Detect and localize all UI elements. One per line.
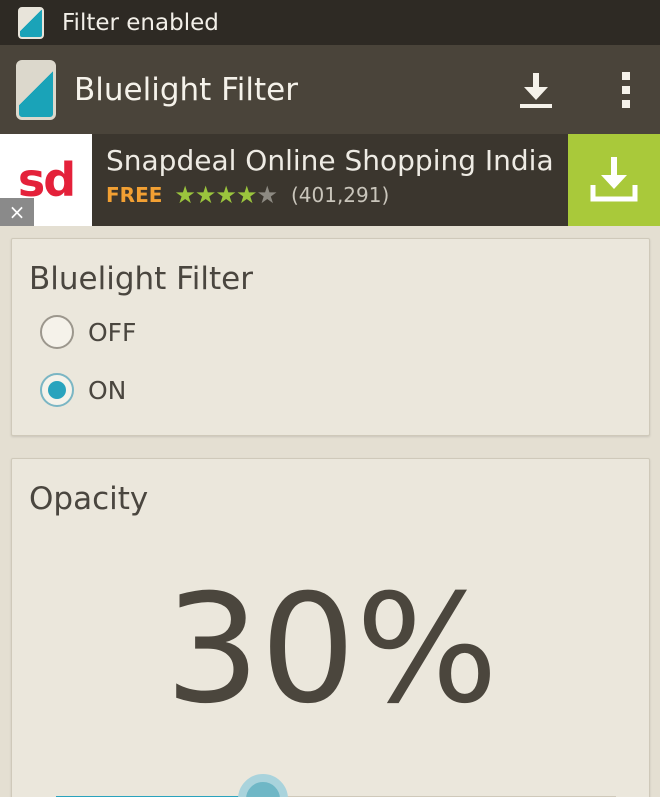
- opacity-value: 30%: [164, 563, 499, 737]
- filter-card: Bluelight Filter OFF ON: [11, 238, 650, 436]
- ad-info: Snapdeal Online Shopping India FREE ★★★★…: [92, 134, 568, 226]
- status-notification-text: Filter enabled: [62, 9, 219, 36]
- opacity-card: Opacity 30%: [11, 458, 650, 797]
- radio-on-label: ON: [88, 375, 127, 405]
- ad-meta: FREE ★★★★★ (401,291): [106, 181, 568, 209]
- radio-off[interactable]: [40, 315, 74, 349]
- opacity-card-title: Opacity: [29, 481, 149, 517]
- ad-close-button[interactable]: ×: [0, 198, 34, 226]
- radio-option-off[interactable]: OFF: [40, 315, 136, 349]
- download-icon: [590, 157, 638, 202]
- download-icon: [520, 72, 552, 108]
- radio-on[interactable]: [40, 373, 74, 407]
- filter-card-title: Bluelight Filter: [29, 261, 253, 297]
- overflow-menu-icon: [622, 71, 630, 108]
- radio-option-on[interactable]: ON: [40, 373, 126, 407]
- download-button[interactable]: [506, 60, 566, 120]
- ad-price: FREE: [106, 183, 163, 207]
- star-full-icon: ★★★★: [174, 181, 257, 209]
- ad-rating-stars: ★★★★★: [174, 181, 278, 209]
- app-title: Bluelight Filter: [74, 71, 298, 108]
- overflow-menu-button[interactable]: [606, 60, 646, 120]
- ad-review-count: (401,291): [290, 183, 390, 207]
- status-bar: Filter enabled: [0, 0, 660, 45]
- ad-install-button[interactable]: [568, 134, 660, 226]
- opacity-slider-thumb[interactable]: [238, 774, 289, 797]
- ad-logo: sd ×: [0, 134, 92, 226]
- ad-title: Snapdeal Online Shopping India: [106, 144, 554, 177]
- phone-screen-icon: [18, 6, 44, 39]
- ad-banner[interactable]: sd × Snapdeal Online Shopping India FREE…: [0, 134, 660, 226]
- star-empty-icon: ★: [256, 181, 277, 209]
- app-icon[interactable]: [16, 59, 56, 120]
- radio-off-label: OFF: [88, 317, 137, 347]
- action-bar: Bluelight Filter: [0, 45, 660, 134]
